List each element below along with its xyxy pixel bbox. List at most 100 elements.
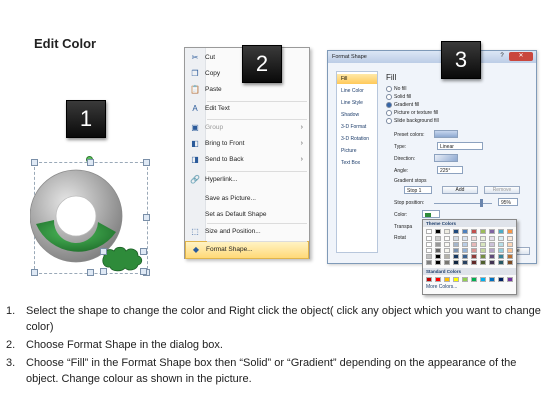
color-swatch[interactable] bbox=[453, 254, 459, 259]
dialog-nav-item[interactable]: 3-D Format bbox=[337, 122, 377, 132]
color-swatch[interactable] bbox=[498, 254, 504, 259]
color-swatch[interactable] bbox=[435, 236, 441, 241]
type-select[interactable]: Linear bbox=[437, 142, 483, 150]
color-swatch[interactable] bbox=[453, 242, 459, 247]
color-swatch[interactable] bbox=[462, 236, 468, 241]
fill-option[interactable]: Picture or texture fill bbox=[386, 109, 438, 117]
color-swatch[interactable] bbox=[480, 242, 486, 247]
color-swatch[interactable] bbox=[498, 236, 504, 241]
radio-button[interactable] bbox=[386, 117, 392, 124]
color-swatch[interactable] bbox=[453, 236, 459, 241]
fill-option[interactable]: Gradient fill bbox=[386, 101, 419, 109]
color-swatch[interactable] bbox=[471, 248, 477, 253]
context-menu-item[interactable]: ▣ Group › bbox=[185, 120, 309, 136]
remove-stop-button[interactable]: Remove bbox=[484, 186, 520, 194]
color-swatch[interactable] bbox=[507, 260, 513, 265]
preset-colors-dropdown[interactable] bbox=[434, 130, 458, 138]
color-swatch[interactable] bbox=[435, 254, 441, 259]
color-swatch[interactable] bbox=[489, 277, 495, 282]
dialog-nav-item[interactable]: Line Style bbox=[337, 98, 377, 108]
color-swatch[interactable] bbox=[453, 260, 459, 265]
fill-option[interactable]: No fill bbox=[386, 85, 407, 93]
context-menu-item[interactable]: 📋 Paste bbox=[185, 82, 309, 98]
color-swatch[interactable] bbox=[462, 254, 468, 259]
stop-position-slider[interactable] bbox=[434, 203, 492, 204]
color-swatch[interactable] bbox=[444, 236, 450, 241]
color-swatch[interactable] bbox=[426, 277, 432, 282]
resize-handle[interactable] bbox=[100, 268, 107, 275]
color-swatch[interactable] bbox=[462, 248, 468, 253]
dialog-nav-item[interactable]: Shadow bbox=[337, 110, 377, 120]
context-menu-item[interactable]: 🔗 Hyperlink... bbox=[185, 172, 309, 188]
radio-button[interactable] bbox=[386, 109, 392, 116]
color-swatch[interactable] bbox=[426, 242, 432, 247]
fill-option[interactable]: Solid fill bbox=[386, 93, 411, 101]
help-icon[interactable]: ? bbox=[496, 52, 508, 61]
color-swatch[interactable] bbox=[489, 248, 495, 253]
color-swatch[interactable] bbox=[471, 277, 477, 282]
resize-handle[interactable] bbox=[100, 248, 107, 255]
color-swatch[interactable] bbox=[489, 242, 495, 247]
color-swatch[interactable] bbox=[498, 248, 504, 253]
color-swatch[interactable] bbox=[507, 242, 513, 247]
color-swatch[interactable] bbox=[462, 242, 468, 247]
stop-select[interactable]: Stop 1 bbox=[404, 186, 432, 194]
add-stop-button[interactable]: Add bbox=[442, 186, 478, 194]
context-menu-item[interactable]: Save as Picture... bbox=[185, 191, 309, 207]
dialog-nav-item[interactable]: Picture bbox=[337, 146, 377, 156]
color-swatch[interactable] bbox=[444, 254, 450, 259]
context-menu-item[interactable]: A Edit Text bbox=[185, 101, 309, 117]
color-swatch[interactable] bbox=[471, 229, 477, 234]
color-swatch[interactable] bbox=[507, 229, 513, 234]
color-swatch[interactable] bbox=[480, 277, 486, 282]
color-swatch[interactable] bbox=[462, 229, 468, 234]
color-swatch[interactable] bbox=[498, 260, 504, 265]
context-menu-item[interactable]: Set as Default Shape bbox=[185, 207, 309, 223]
dialog-nav-item[interactable]: 3-D Rotation bbox=[337, 134, 377, 144]
radio-button[interactable] bbox=[386, 101, 392, 108]
color-swatch[interactable] bbox=[471, 260, 477, 265]
more-colors-link[interactable]: More Colors... bbox=[426, 284, 457, 290]
color-swatch[interactable] bbox=[453, 248, 459, 253]
color-swatch[interactable] bbox=[489, 236, 495, 241]
color-swatch[interactable] bbox=[426, 254, 432, 259]
color-swatch[interactable] bbox=[426, 248, 432, 253]
resize-handle[interactable] bbox=[140, 248, 147, 255]
color-swatch[interactable] bbox=[471, 254, 477, 259]
color-swatch[interactable] bbox=[435, 260, 441, 265]
angle-input[interactable]: 225° bbox=[437, 166, 463, 174]
radio-button[interactable] bbox=[386, 93, 392, 100]
close-icon[interactable]: ✕ bbox=[509, 52, 533, 61]
color-swatch[interactable] bbox=[480, 254, 486, 259]
color-swatch[interactable] bbox=[471, 242, 477, 247]
color-swatch[interactable] bbox=[453, 277, 459, 282]
resize-handle[interactable] bbox=[140, 268, 147, 275]
slider-thumb[interactable] bbox=[480, 199, 483, 207]
radio-button[interactable] bbox=[386, 85, 392, 92]
color-swatch[interactable] bbox=[489, 260, 495, 265]
color-swatch[interactable] bbox=[435, 277, 441, 282]
color-swatch[interactable] bbox=[435, 242, 441, 247]
fill-option[interactable]: Slide background fill bbox=[386, 117, 439, 125]
dialog-nav-item[interactable]: Line Color bbox=[337, 86, 377, 96]
context-menu-item[interactable]: ⬚ Size and Position... bbox=[185, 224, 309, 240]
stop-position-input[interactable]: 95% bbox=[498, 198, 518, 206]
color-swatch[interactable] bbox=[462, 260, 468, 265]
color-swatch[interactable] bbox=[498, 277, 504, 282]
color-swatch[interactable] bbox=[426, 229, 432, 234]
color-dropdown-button[interactable] bbox=[422, 210, 440, 218]
color-swatch[interactable] bbox=[507, 248, 513, 253]
context-menu-item[interactable]: ◧ Bring to Front › bbox=[185, 136, 309, 152]
context-menu-item[interactable]: ◨ Send to Back › bbox=[185, 152, 309, 168]
color-swatch[interactable] bbox=[444, 277, 450, 282]
color-swatch[interactable] bbox=[453, 229, 459, 234]
color-swatch[interactable] bbox=[435, 248, 441, 253]
color-swatch[interactable] bbox=[444, 248, 450, 253]
color-swatch[interactable] bbox=[426, 260, 432, 265]
color-swatch[interactable] bbox=[507, 277, 513, 282]
color-swatch[interactable] bbox=[498, 242, 504, 247]
color-swatch[interactable] bbox=[426, 236, 432, 241]
color-swatch[interactable] bbox=[444, 260, 450, 265]
direction-dropdown[interactable] bbox=[434, 154, 458, 162]
color-swatch[interactable] bbox=[489, 229, 495, 234]
